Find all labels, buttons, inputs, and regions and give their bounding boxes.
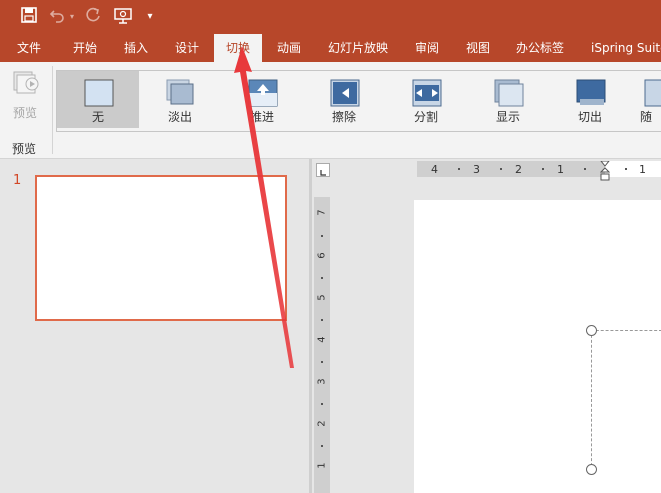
undo-icon[interactable] [48,7,66,27]
ruler-tick: 6 [316,252,328,259]
transition-fade-label: 淡出 [167,110,192,124]
transition-wipe-label: 擦除 [331,110,356,124]
present-from-beginning-icon[interactable] [112,7,134,27]
tab-ispring[interactable]: iSpring Suite [591,34,661,62]
ruler-tick: 7 [316,209,328,216]
slide-thumbnail[interactable] [35,175,287,321]
transition-reveal-icon [494,79,524,107]
ruler-tick: 3 [473,163,480,176]
transition-split[interactable]: 分割 [390,71,462,133]
tab-stop-selector[interactable] [316,163,330,177]
transition-none[interactable]: 无 [57,71,139,128]
ruler-tick: 1 [316,462,328,469]
preview-button[interactable]: 预览 [4,66,46,128]
ruler-tick: 4 [431,163,438,176]
tab-review[interactable]: 审阅 [415,34,439,62]
ruler-tick: 3 [316,378,328,385]
placeholder-textbox[interactable] [586,325,661,475]
tab-slideshow[interactable]: 幻灯片放映 [328,34,388,62]
transition-random-icon [644,79,661,107]
transition-random[interactable]: 随 [636,71,661,133]
vertical-ruler: 7 6 5 4 3 2 1 [314,197,330,493]
ruler-tick: 2 [515,163,522,176]
horizontal-ruler: 4 3 2 1 1 [417,160,661,181]
transition-split-icon [412,79,442,107]
ribbon-tabs: 文件 开始 插入 设计 切换 动画 幻灯片放映 审阅 视图 办公标签 iSpri… [0,34,661,62]
preview-icon [11,70,39,96]
transition-fade-icon [166,79,194,105]
resize-handle[interactable] [586,464,597,475]
transition-reveal-label: 显示 [495,110,520,124]
transition-cut[interactable]: 切出 [554,71,626,133]
transition-push-icon [248,79,278,107]
preview-group-label: 预览 [12,142,37,156]
transition-push-label: 推进 [249,110,274,124]
ruler-tick: 2 [316,420,328,427]
ruler-tick: 4 [316,336,328,343]
tab-animations[interactable]: 动画 [277,34,301,62]
redo-icon[interactable] [84,7,102,27]
resize-handle[interactable] [586,325,597,336]
ribbon: 预览 预览 无 淡出 推进 擦除 分割 显示 切出 随 [0,62,661,159]
ruler-tick: 5 [316,294,328,301]
transition-wipe[interactable]: 擦除 [308,71,380,133]
transition-random-label: 随 [640,110,653,124]
transition-none-label: 无 [91,110,104,124]
group-divider [52,66,53,154]
ruler-tick: 1 [557,163,564,176]
tab-file[interactable]: 文件 [17,34,41,62]
tab-view[interactable]: 视图 [466,34,490,62]
transition-push[interactable]: 推进 [226,71,298,133]
transition-none-icon [84,79,114,107]
preview-label: 预览 [12,106,37,120]
save-icon[interactable] [18,7,40,27]
title-bar: ▾ ▾ [0,0,661,34]
transition-wipe-icon [330,79,360,107]
tab-office-tab[interactable]: 办公标签 [516,34,564,62]
chevron-down-icon[interactable]: ▾ [67,7,77,27]
ruler-tick: 1 [639,163,646,176]
transition-cut-icon [576,79,606,105]
customize-dropdown-icon[interactable]: ▾ [143,7,157,27]
slide-number: 1 [13,173,22,188]
indent-marker[interactable] [599,160,611,181]
transition-reveal[interactable]: 显示 [472,71,544,133]
tab-insert[interactable]: 插入 [124,34,148,62]
transition-split-label: 分割 [413,110,438,124]
transition-fade[interactable]: 淡出 [144,71,216,133]
transition-cut-label: 切出 [577,110,602,124]
tab-transitions[interactable]: 切换 [214,34,262,62]
tab-home[interactable]: 开始 [73,34,97,62]
tab-design[interactable]: 设计 [175,34,199,62]
